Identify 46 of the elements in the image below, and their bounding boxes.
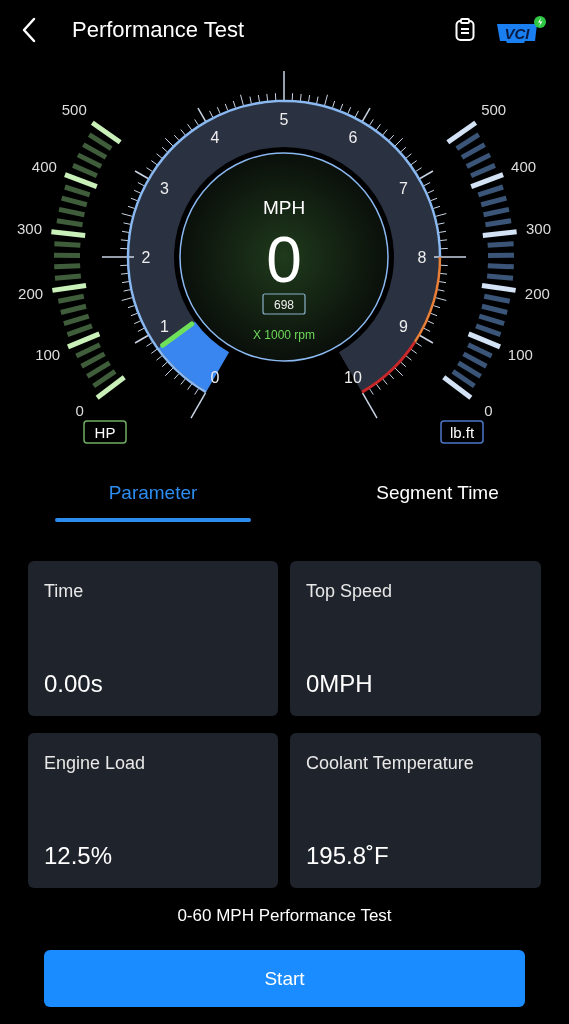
rpm-label: 2 — [141, 249, 151, 266]
rpm-label: 10 — [344, 368, 362, 386]
scale-label: 400 — [31, 157, 57, 175]
scale-label: 300 — [526, 220, 551, 238]
stat-value: 0.00s — [44, 670, 104, 698]
scale-label: 500 — [481, 101, 507, 119]
redline-arc — [361, 341, 417, 394]
page-title: Performance Test — [72, 17, 245, 43]
rpm-label: 1 — [160, 318, 169, 335]
rpm-label: 7 — [399, 180, 408, 197]
scale-label: 500 — [61, 101, 87, 119]
stat-value: 195.8˚F — [306, 842, 390, 870]
back-icon[interactable] — [22, 17, 36, 43]
rpm-label: 9 — [399, 318, 408, 335]
stat-label: Engine Load — [44, 753, 147, 774]
scale-label: 100 — [507, 346, 533, 364]
scale-label: 400 — [511, 157, 537, 175]
tab[interactable]: Parameter — [0, 470, 306, 536]
rpm-reading: 698 — [262, 293, 306, 315]
unit-tag: lb.ft — [440, 420, 484, 444]
tab[interactable]: Segment Time — [306, 470, 569, 536]
speed-unit: MPH — [262, 197, 306, 218]
scale-label: 200 — [18, 284, 44, 302]
rpm-label: 5 — [279, 111, 289, 128]
rpm-unit: X 1000 rpm — [253, 328, 315, 342]
unit-tag: HP — [83, 420, 127, 444]
stat-label: Coolant Temperature — [306, 753, 475, 774]
stat-label: Time — [44, 581, 85, 602]
rpm-needle — [160, 321, 195, 348]
rpm-label: 8 — [417, 249, 427, 266]
rpm-label: 3 — [160, 180, 169, 197]
stat-value: 0MPH — [306, 670, 374, 698]
stat-label: Top Speed — [306, 581, 394, 602]
clipboard-icon[interactable] — [455, 18, 475, 42]
rpm-label: 6 — [348, 129, 358, 147]
stat-value: 12.5% — [44, 842, 114, 870]
scale-label: 0 — [75, 402, 84, 420]
vci-badge[interactable]: VCI — [495, 15, 547, 45]
scale-label: 300 — [17, 220, 42, 238]
scale-label: 100 — [35, 346, 61, 364]
test-caption: 0-60 MPH Performance Test — [176, 906, 393, 926]
speed-value: 0 — [266, 224, 302, 296]
scale-label: 0 — [484, 402, 493, 420]
start-button[interactable]: Start — [44, 950, 525, 1007]
scale-label: 200 — [524, 284, 550, 302]
rpm-label: 4 — [210, 129, 220, 147]
